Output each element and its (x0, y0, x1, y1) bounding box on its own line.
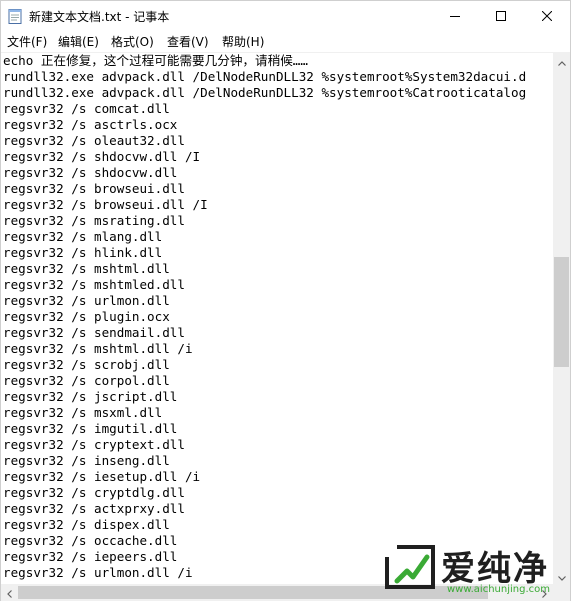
menu-help[interactable]: 帮助(H) (222, 33, 264, 50)
text-line: regsvr32 /s hlink.dll (3, 245, 163, 260)
menu-view[interactable]: 查看(V) (167, 33, 209, 50)
scroll-up-button[interactable] (553, 52, 570, 69)
text-line: rundll32.exe advpack.dll /DelNodeRunDLL3… (3, 85, 527, 100)
text-line: echo 正在修复，这个过程可能需要几分钟，请稍候…… (3, 53, 308, 68)
minimize-button[interactable] (432, 1, 478, 31)
text-line: regsvr32 /s iepeers.dll (3, 549, 178, 564)
menu-format[interactable]: 格式(O) (111, 33, 154, 50)
watermark-name: 爱纯净 (441, 549, 549, 589)
text-line: regsvr32 /s cryptext.dll (3, 437, 185, 452)
text-line: regsvr32 /s imgutil.dll (3, 421, 178, 436)
text-line: regsvr32 /s shdocvw.dll /I (3, 149, 201, 164)
text-line: regsvr32 /s urlmon.dll /i (3, 565, 193, 580)
text-line: regsvr32 /s cryptdlg.dll (3, 485, 185, 500)
menu-file[interactable]: 文件(F) (7, 33, 47, 50)
window-title: 新建文本文档.txt - 记事本 (29, 10, 170, 24)
maximize-button[interactable] (478, 1, 524, 31)
text-line: regsvr32 /s mshtmled.dll (3, 277, 185, 292)
menu-bar: 文件(F) 编辑(E) 格式(O) 查看(V) 帮助(H) (1, 31, 570, 51)
text-line: regsvr32 /s corpol.dll (3, 373, 170, 388)
vertical-scroll-thumb[interactable] (554, 257, 569, 367)
text-line: regsvr32 /s mlang.dll (3, 229, 163, 244)
scroll-left-button[interactable] (1, 584, 18, 601)
close-icon (542, 11, 552, 21)
text-line: regsvr32 /s mshtml.dll (3, 261, 170, 276)
text-line: regsvr32 /s scrobj.dll (3, 357, 170, 372)
text-line: regsvr32 /s inseng.dll (3, 453, 170, 468)
text-line: regsvr32 /s plugin.ocx (3, 309, 170, 324)
text-line: regsvr32 /s msrating.dll (3, 213, 185, 228)
watermark-url: www.aichunjing.com (447, 584, 550, 595)
title-bar[interactable]: 新建文本文档.txt - 记事本 (1, 1, 570, 31)
menu-edit[interactable]: 编辑(E) (58, 33, 99, 50)
text-line: regsvr32 /s mshtml.dll /i (3, 341, 193, 356)
vertical-scrollbar[interactable] (553, 52, 570, 584)
text-line: regsvr32 /s oleaut32.dll (3, 133, 185, 148)
text-line: regsvr32 /s occache.dll (3, 533, 178, 548)
text-editor[interactable]: echo 正在修复，这个过程可能需要几分钟，请稍候…… rundll32.exe … (1, 52, 553, 585)
text-line: regsvr32 /s msxml.dll (3, 405, 163, 420)
text-line: regsvr32 /s browseui.dll /I (3, 197, 208, 212)
close-button[interactable] (524, 1, 570, 31)
text-line: regsvr32 /s comcat.dll (3, 101, 170, 116)
watermark-logo-icon (383, 543, 437, 595)
text-line: regsvr32 /s jscript.dll (3, 389, 178, 404)
text-line: regsvr32 /s dispex.dll (3, 517, 170, 532)
text-line: regsvr32 /s urlmon.dll (3, 293, 170, 308)
watermark: 爱纯净 www.aichunjing.com (379, 537, 569, 599)
text-line: regsvr32 /s browseui.dll (3, 181, 185, 196)
maximize-icon (496, 11, 506, 21)
chevron-left-icon (7, 583, 12, 602)
text-line: regsvr32 /s sendmail.dll (3, 325, 185, 340)
text-line: regsvr32 /s iesetup.dll /i (3, 469, 201, 484)
minimize-icon (450, 11, 460, 21)
chevron-up-icon (557, 51, 566, 70)
text-line: regsvr32 /s shdocvw.dll (3, 165, 178, 180)
text-line: rundll32.exe advpack.dll /DelNodeRunDLL3… (3, 69, 527, 84)
text-line: regsvr32 /s asctrls.ocx (3, 117, 178, 132)
text-line: regsvr32 /s actxprxy.dll (3, 501, 185, 516)
notepad-icon (8, 8, 22, 24)
notepad-window: 新建文本文档.txt - 记事本 文件(F) 编辑(E) 格式(O) 查看(V)… (0, 0, 571, 601)
